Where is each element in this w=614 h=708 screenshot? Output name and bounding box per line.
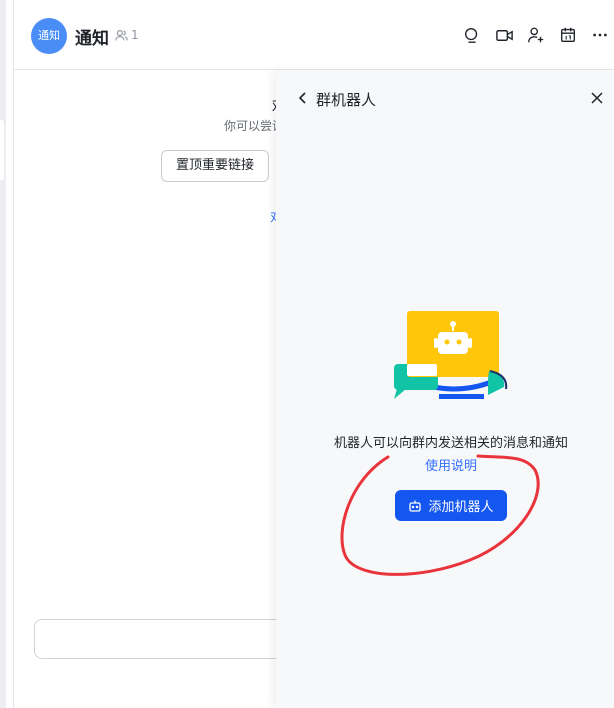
- add-member-icon[interactable]: [526, 25, 546, 45]
- sidebar-panel-edge: [6, 0, 14, 708]
- chat-header: 通知 通知 1: [14, 0, 614, 70]
- panel-title: 群机器人: [316, 91, 377, 109]
- left-sidebar-edge: [0, 0, 14, 708]
- group-bot-panel: 群机器人 机器人可以向群内发送相关的消息和通知 使用说明 添加机器人: [276, 71, 614, 708]
- member-count-value: 1: [131, 28, 139, 42]
- member-count[interactable]: 1: [115, 28, 139, 42]
- sidebar-tab-edge: [0, 120, 4, 180]
- group-avatar[interactable]: 通知: [31, 18, 67, 54]
- close-icon[interactable]: [588, 89, 606, 107]
- back-icon[interactable]: [294, 89, 312, 107]
- members-icon: [115, 29, 128, 40]
- header-actions: [462, 25, 610, 45]
- video-call-icon[interactable]: [494, 25, 514, 45]
- message-input[interactable]: [34, 619, 296, 659]
- chat-message-area: 欢 你可以尝试 置顶重要链接 对: [14, 71, 276, 708]
- robot-illustration: [394, 311, 508, 399]
- pin-link-button[interactable]: 置顶重要链接: [161, 150, 269, 182]
- bot-description: 机器人可以向群内发送相关的消息和通知: [333, 436, 568, 451]
- add-bot-button[interactable]: 添加机器人: [395, 490, 507, 521]
- chat-window: 通知 通知 1 你可以尝 置顶重要链接 群机器人 机器人可以向群内发送相关的消息…: [14, 0, 614, 708]
- usage-guide-link[interactable]: 使用说明: [276, 455, 614, 474]
- chat-title: 通知: [75, 29, 109, 49]
- more-icon[interactable]: [590, 25, 610, 45]
- calendar-icon[interactable]: [558, 25, 578, 45]
- robot-icon: [409, 500, 422, 512]
- add-bot-label: 添加机器人: [428, 500, 494, 515]
- search-chat-icon[interactable]: [462, 25, 482, 45]
- welcome-hint: 你可以尝试: [224, 119, 276, 133]
